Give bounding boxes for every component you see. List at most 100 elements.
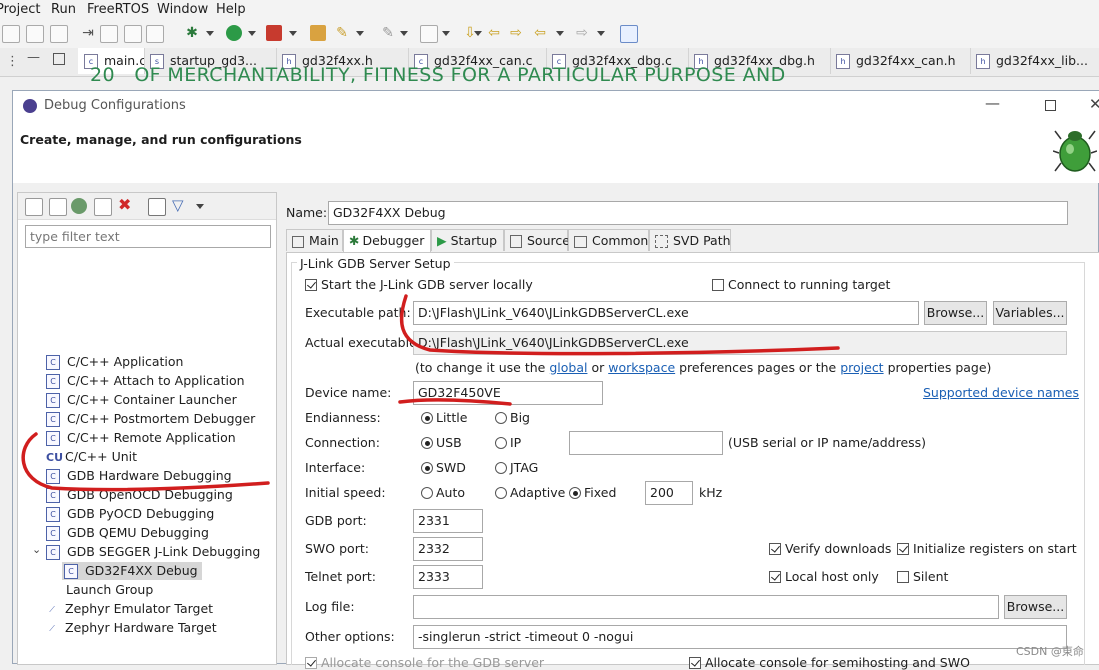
tree-item-gdb-hardware[interactable]: C GDB Hardware Debugging [46,467,232,485]
duplicate-icon[interactable] [94,198,112,216]
new-prototype-icon[interactable] [49,198,67,216]
silent-checkbox[interactable] [897,571,909,583]
pen-icon[interactable]: ✎ [380,25,396,41]
connect-running-checkbox[interactable] [712,279,724,291]
editor-tab-lib[interactable]: h gd32f4xx_lib... [970,48,1099,74]
menu-project[interactable]: Project [0,2,40,17]
menu-run[interactable]: Run [51,2,76,17]
pen-dropdown-icon[interactable] [400,31,408,36]
gdb-port-input[interactable]: 2331 [413,509,483,533]
local-host-checkbox[interactable] [769,571,781,583]
browse-log-button[interactable]: Browse... [1004,595,1067,619]
view-menu-icon[interactable]: ⋮ [6,54,19,69]
tab-main[interactable]: Main [286,229,343,251]
swo-port-input[interactable]: 2332 [413,537,483,561]
copy-icon[interactable] [26,25,44,43]
window-icon[interactable] [124,25,142,43]
dialog-maximize-icon[interactable] [1045,100,1056,111]
tree-item-cpp-attach[interactable]: C C/C++ Attach to Application [46,372,245,390]
tab-common[interactable]: Common [568,229,649,251]
perspective-icon[interactable] [620,25,638,43]
external-tools-icon[interactable] [266,25,282,41]
init-registers-checkbox[interactable] [897,543,909,555]
collapse-all-icon[interactable] [148,198,166,216]
save-icon[interactable] [2,25,20,43]
tree-item-gd32f4xx-debug[interactable]: C GD32F4XX Debug [62,562,202,580]
conn-usb-radio[interactable] [421,437,433,449]
editor-tab-can-h[interactable]: h gd32f4xx_can.h [830,48,971,74]
annotation-dropdown-icon[interactable] [442,31,450,36]
build-icon[interactable] [100,25,118,43]
tab-startup[interactable]: ▶ Startup [431,229,504,251]
filter-input[interactable]: type filter text [25,225,271,248]
alloc-semihosting-checkbox[interactable] [689,657,701,669]
speed-fixed-radio[interactable] [569,487,581,499]
wand-icon[interactable]: ✎ [334,25,350,41]
debug-dropdown-icon[interactable] [206,31,214,36]
log-file-input[interactable] [413,595,999,619]
speed-adaptive-radio[interactable] [495,487,507,499]
project-link[interactable]: project [840,360,883,375]
tree-item-gdb-openocd[interactable]: C GDB OpenOCD Debugging [46,486,233,504]
back-dropdown-icon[interactable] [556,31,564,36]
menu-window[interactable]: Window [157,2,208,17]
start-server-checkbox[interactable] [305,279,317,291]
if-jtag-radio[interactable] [495,462,507,474]
tab-debugger[interactable]: ✱ Debugger [343,229,431,253]
tree-item-zephyr-emulator[interactable]: ⟋ Zephyr Emulator Target [46,600,213,618]
exec-path-input[interactable]: D:\JFlash\JLink_V640\JLinkGDBServerCL.ex… [413,301,919,325]
speed-auto-radio[interactable] [421,487,433,499]
console-icon[interactable] [146,25,164,43]
run-dropdown-icon[interactable] [248,31,256,36]
verify-downloads-checkbox[interactable] [769,543,781,555]
dialog-minimize-icon[interactable]: — [985,94,1000,112]
next-annotation-dropdown-icon[interactable] [474,31,482,36]
device-name-input[interactable]: GD32F450VE [413,381,603,405]
tree-item-cpp-unit[interactable]: CU C/C++ Unit [46,448,137,466]
run-icon[interactable] [226,25,242,41]
endian-little-radio[interactable] [421,412,433,424]
filter-dropdown-icon[interactable] [196,204,204,209]
new-config-icon[interactable] [25,198,43,216]
tree-item-gdb-segger[interactable]: C GDB SEGGER J-Link Debugging [46,543,260,561]
tab-source[interactable]: Source [504,229,570,251]
export-icon[interactable] [71,198,87,214]
chevron-down-icon[interactable]: ⌄ [32,543,41,556]
conn-ip-radio[interactable] [495,437,507,449]
tab-svd-path[interactable]: SVD Path [649,229,731,251]
delete-icon[interactable]: ✖ [118,195,131,214]
tree-item-gdb-pyocd[interactable]: C GDB PyOCD Debugging [46,505,214,523]
if-swd-radio[interactable] [421,462,433,474]
browse-exec-button[interactable]: Browse... [924,301,987,325]
tree-item-cpp-application[interactable]: C C/C++ Application [46,353,183,371]
external-tools-dropdown-icon[interactable] [289,31,297,36]
tree-item-zephyr-hardware[interactable]: ⟋ Zephyr Hardware Target [46,619,216,637]
open-folder-icon[interactable] [310,25,326,41]
tree-item-cpp-container[interactable]: C C/C++ Container Launcher [46,391,237,409]
menu-freertos[interactable]: FreeRTOS [87,2,149,17]
other-options-input[interactable]: -singlerun -strict -timeout 0 -nogui [413,625,1067,649]
prev-edit-icon[interactable]: ⇦ [486,25,502,41]
back-icon[interactable]: ⇦ [532,25,548,41]
workspace-link[interactable]: workspace [608,360,675,375]
next-edit-icon[interactable]: ⇨ [508,25,524,41]
name-input[interactable]: GD32F4XX Debug [328,201,1068,225]
wand-dropdown-icon[interactable] [356,31,364,36]
speed-value-input[interactable]: 200 [645,481,693,505]
endian-big-radio[interactable] [495,412,507,424]
tree-item-gdb-qemu[interactable]: C GDB QEMU Debugging [46,524,209,542]
paste-icon[interactable] [50,25,68,43]
annotation-icon[interactable] [420,25,438,43]
step-icon[interactable]: ⇥ [80,25,96,41]
conn-address-input[interactable] [569,431,723,455]
forward-dropdown-icon[interactable] [597,31,605,36]
menu-help[interactable]: Help [216,2,246,17]
debug-bug-icon[interactable]: ✱ [184,25,200,41]
alloc-gdb-console-checkbox[interactable] [305,657,317,669]
tree-item-launch-group[interactable]: Launch Group [66,581,153,599]
maximize-icon[interactable] [53,53,65,65]
dialog-close-icon[interactable]: ✕ [1089,95,1099,113]
global-link[interactable]: global [549,360,587,375]
variables-button[interactable]: Variables... [993,301,1067,325]
supported-devices-link[interactable]: Supported device names [923,385,1079,400]
